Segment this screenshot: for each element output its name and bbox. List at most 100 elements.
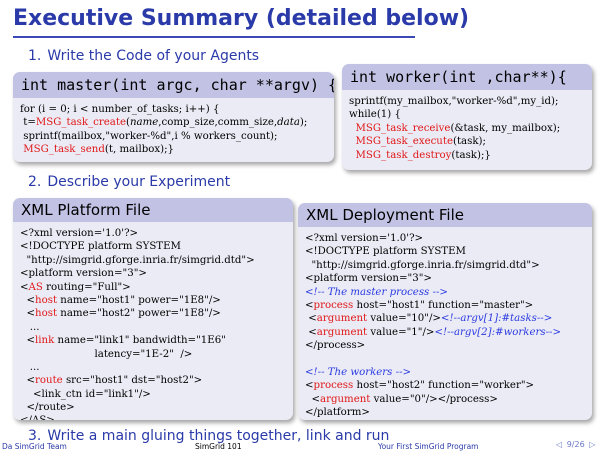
code-line: MSG_task_execute(task); bbox=[349, 135, 585, 148]
code-line: t=MSG_task_create(name,comp_size,comm_si… bbox=[20, 116, 327, 129]
code-line: <?xml version='1.0'?> bbox=[20, 227, 286, 240]
code-keyword: MSG_task_create bbox=[35, 117, 126, 129]
code-keyword: MSG_task_destroy bbox=[355, 149, 452, 161]
code-comment: <!-- The workers --> bbox=[305, 366, 412, 378]
code-text: </process> bbox=[305, 340, 366, 352]
platform-block-header: XML Platform File bbox=[13, 198, 293, 222]
code-line: sprintf(mailbox,"worker-%d",i % workers_… bbox=[20, 130, 327, 143]
code-line: ... bbox=[20, 361, 286, 374]
code-line: ... bbox=[20, 321, 286, 334]
code-line: <host name="host1" power="1E8"/> bbox=[20, 294, 286, 307]
code-text: latency="1E-2" /> bbox=[20, 348, 193, 360]
code-text: </platform> bbox=[305, 407, 370, 419]
footer-talk: Your First SimGrid Program bbox=[378, 442, 479, 451]
code-line: for (i = 0; i < number_of_tasks; i++) { bbox=[20, 103, 327, 116]
code-line: </AS> bbox=[20, 414, 286, 420]
slide-navigation: ◁ 9/26 ▷ bbox=[556, 440, 595, 449]
code-text: < bbox=[20, 335, 36, 347]
code-text: <?xml version='1.0'?> bbox=[305, 233, 424, 244]
code-text: <platform version="3"> bbox=[20, 268, 147, 280]
code-line: <argument value="1"/><!--argv[2]:#worker… bbox=[305, 326, 585, 339]
code-text: < bbox=[20, 375, 36, 387]
step-number: 2. bbox=[28, 174, 42, 190]
code-line: </process> bbox=[305, 339, 585, 352]
code-line: latency="1E-2" /> bbox=[20, 348, 286, 361]
slide-title: Executive Summary (detailed below) bbox=[13, 6, 470, 31]
code-text: < bbox=[305, 299, 314, 311]
worker-block-body: sprintf(my_mailbox,"worker-%d",my_id);wh… bbox=[342, 90, 592, 167]
code-line: <link_ctn id="link1"/> bbox=[20, 388, 286, 401]
code-line: <process host="host2" function="worker"> bbox=[305, 379, 585, 392]
step-number: 1. bbox=[28, 48, 42, 64]
code-line: <route src="host1" dst="host2"> bbox=[20, 374, 286, 387]
platform-file-block: XML Platform File <?xml version='1.0'?> <… bbox=[13, 198, 293, 420]
code-keyword: MSG_task_send bbox=[23, 144, 105, 156]
code-keyword: process bbox=[313, 299, 354, 311]
code-text: </AS> bbox=[20, 415, 55, 420]
code-text: t= bbox=[20, 117, 36, 129]
code-text: < bbox=[20, 308, 36, 320]
code-text: sprintf(my_mailbox,"worker-%d",my_id); bbox=[349, 96, 559, 107]
deployment-block-body: <?xml version='1.0'?> <!DOCTYPE platform … bbox=[298, 227, 592, 420]
code-text: name="link1" bandwidth="1E6" bbox=[54, 335, 226, 347]
code-keyword: argument bbox=[316, 313, 368, 325]
code-text: (&task, my_mailbox); bbox=[450, 122, 561, 134]
code-text: < bbox=[20, 294, 36, 306]
code-line: <!-- The workers --> bbox=[305, 366, 585, 379]
code-text: sprintf(mailbox,"worker-%d",i % workers_… bbox=[20, 130, 278, 142]
code-text: ... bbox=[20, 361, 40, 373]
code-line: </route> bbox=[20, 401, 286, 414]
deployment-file-block: XML Deployment File <?xml version='1.0'?… bbox=[298, 203, 592, 420]
code-text: "http://simgrid.gforge.inria.fr/simgrid.… bbox=[20, 254, 255, 266]
step-text: Describe your Experiment bbox=[47, 174, 231, 190]
code-line: <argument value="10"/><!--argv[1]:#tasks… bbox=[305, 312, 585, 325]
code-line: <AS routing="Full"> bbox=[20, 281, 286, 294]
code-line: <!DOCTYPE platform SYSTEM bbox=[305, 245, 585, 258]
code-line: <platform version="3"> bbox=[305, 272, 585, 285]
code-keyword: route bbox=[35, 375, 63, 387]
code-text: (task);} bbox=[451, 149, 491, 161]
worker-block-header: int worker(int ,char**){ bbox=[342, 64, 592, 90]
code-text: while(1) { bbox=[349, 109, 401, 121]
code-line: "http://simgrid.gforge.inria.fr/simgrid.… bbox=[20, 254, 286, 267]
code-text: name="host1" power="1E8"/> bbox=[57, 294, 221, 306]
code-text: value="10"/> bbox=[367, 313, 441, 325]
code-line: while(1) { bbox=[349, 108, 585, 121]
worker-code-block: int worker(int ,char**){ sprintf(my_mail… bbox=[342, 64, 592, 170]
master-block-body: for (i = 0; i < number_of_tasks; i++) { … bbox=[13, 98, 334, 162]
code-keyword: AS bbox=[28, 281, 43, 293]
code-keyword: link bbox=[35, 335, 55, 347]
master-code-block: int master(int argc, char **argv) { for … bbox=[13, 72, 334, 162]
code-text: <?xml version='1.0'?> bbox=[20, 228, 139, 239]
code-text: < bbox=[305, 393, 321, 405]
code-text: for (i = 0; i < number_of_tasks; i++) { bbox=[20, 104, 220, 115]
code-text: "http://simgrid.gforge.inria.fr/simgrid.… bbox=[305, 259, 540, 271]
page-number: 9/26 bbox=[566, 440, 585, 449]
code-text: data bbox=[277, 117, 300, 129]
code-comment: <!-- The master process --> bbox=[305, 286, 448, 298]
code-line: sprintf(my_mailbox,"worker-%d",my_id); bbox=[349, 95, 585, 108]
code-line: <platform version="3"> bbox=[20, 267, 286, 280]
step-1: 1. Write the Code of your Agents bbox=[28, 48, 259, 64]
code-line: <link name="link1" bandwidth="1E6" bbox=[20, 334, 286, 347]
code-keyword: argument bbox=[320, 393, 371, 405]
code-keyword: MSG_task_receive bbox=[355, 122, 451, 134]
code-keyword: MSG_task_execute bbox=[355, 136, 453, 148]
code-text: (task); bbox=[452, 136, 486, 148]
code-line: MSG_task_receive(&task, my_mailbox); bbox=[349, 122, 585, 135]
code-keyword: argument bbox=[316, 326, 368, 338]
code-text: (t, mailbox);} bbox=[104, 144, 174, 156]
code-text: < bbox=[305, 326, 317, 338]
next-slide-icon[interactable]: ▷ bbox=[589, 440, 595, 449]
platform-block-body: <?xml version='1.0'?> <!DOCTYPE platform … bbox=[13, 222, 293, 420]
code-line: <argument value="0"/></process> bbox=[305, 393, 585, 406]
code-line: MSG_task_send(t, mailbox);} bbox=[20, 143, 327, 156]
code-text: <!DOCTYPE platform SYSTEM bbox=[305, 246, 466, 258]
code-text: <link_ctn id="link1"/> bbox=[20, 388, 151, 400]
prev-slide-icon[interactable]: ◁ bbox=[556, 440, 562, 449]
title-rule bbox=[13, 36, 415, 38]
step-2: 2. Describe your Experiment bbox=[28, 174, 230, 190]
footer-event: SimGrid 101 bbox=[195, 442, 242, 451]
code-text: host="host1" function="master"> bbox=[353, 299, 534, 311]
code-line: <!DOCTYPE platform SYSTEM bbox=[20, 240, 286, 253]
